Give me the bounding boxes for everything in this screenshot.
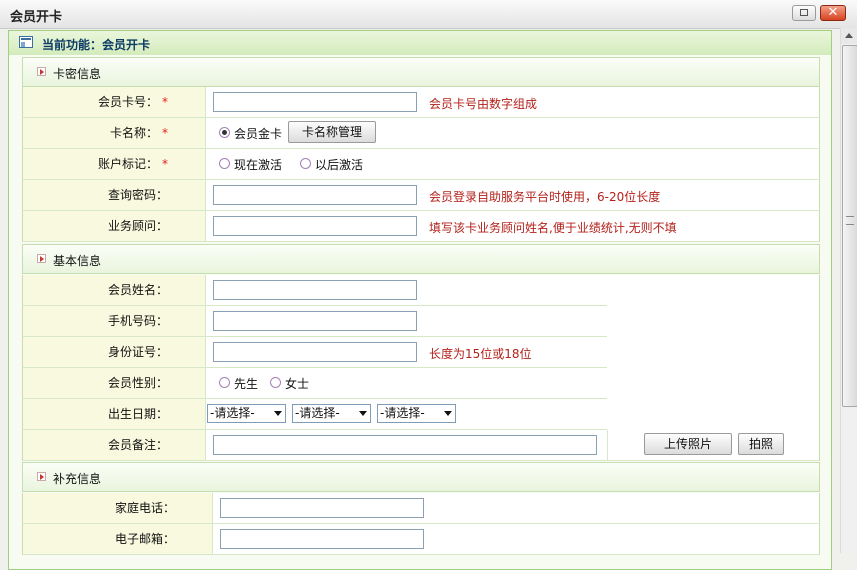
chevron-down-icon (359, 411, 367, 416)
row-birth: 出生日期： -请选择- -请选择- -请选择- (22, 399, 607, 430)
card-name-manage-button[interactable]: 卡名称管理 (288, 121, 376, 143)
card-no-input[interactable] (213, 92, 417, 112)
expand-arrow-icon (37, 67, 46, 76)
radio-label: 先生 (234, 377, 259, 391)
field-label: 出生日期： (23, 399, 206, 429)
radio-activate-later[interactable] (300, 158, 311, 169)
section-card-info[interactable]: 卡密信息 (22, 57, 820, 87)
row-home-phone: 家庭电话： (22, 493, 820, 524)
window-title: 会员开卡 (10, 10, 63, 25)
radio-male[interactable] (219, 377, 230, 388)
take-photo-button[interactable]: 拍照 (738, 433, 784, 455)
field-label: 会员性别： (23, 368, 206, 398)
panel-title: 当前功能：会员开卡 (42, 38, 151, 52)
field-label: 身份证号： (23, 337, 206, 367)
field-label: 会员卡号： * (23, 87, 206, 117)
section-label: 基本信息 (53, 254, 102, 268)
birth-month-select[interactable]: -请选择- (292, 404, 371, 423)
window-titlebar: 会员开卡 ✕ (0, 0, 857, 29)
id-number-hint: 长度为15位或18位 (429, 347, 532, 361)
mobile-input[interactable] (213, 311, 417, 331)
row-phone: 手机号码： (22, 306, 607, 337)
upload-photo-button[interactable]: 上传照片 (644, 433, 732, 455)
email-input[interactable] (220, 529, 424, 549)
divider (607, 430, 608, 460)
row-id-no: 身份证号： 长度为15位或18位 (22, 337, 607, 368)
radio-label: 现在激活 (234, 158, 283, 172)
radio-activate-now[interactable] (219, 158, 230, 169)
row-gender: 会员性别： 先生 女士 (22, 368, 607, 399)
section-basic-info[interactable]: 基本信息 (22, 244, 820, 274)
expand-arrow-icon (37, 472, 46, 481)
restore-button[interactable] (792, 5, 816, 21)
remark-input[interactable] (213, 435, 597, 455)
row-advisor: 业务顾问： 填写该卡业务顾问姓名,便于业绩统计,无则不填 (22, 211, 820, 242)
radio-label: 女士 (285, 377, 310, 391)
birth-day-select[interactable]: -请选择- (377, 404, 456, 423)
scroll-thumb[interactable] (842, 45, 857, 407)
row-query-pwd: 查询密码： 会员登录自助服务平台时使用，6-20位长度 (22, 180, 820, 211)
vertical-scrollbar[interactable] (840, 28, 857, 553)
home-phone-input[interactable] (220, 498, 424, 518)
field-label: 手机号码： (23, 306, 206, 336)
table-icon (19, 36, 33, 48)
restore-icon (800, 9, 808, 16)
required-mark: * (162, 157, 168, 171)
expand-arrow-icon (37, 254, 46, 263)
id-number-input[interactable] (213, 342, 417, 362)
query-password-input[interactable] (213, 185, 417, 205)
radio-label: 会员金卡 (234, 127, 283, 141)
required-mark: * (162, 95, 168, 109)
row-email: 电子邮箱： (22, 524, 820, 555)
advisor-hint: 填写该卡业务顾问姓名,便于业绩统计,无则不填 (429, 221, 677, 235)
birth-year-select[interactable]: -请选择- (207, 404, 286, 423)
section-extra-info[interactable]: 补充信息 (22, 462, 820, 492)
card-no-hint: 会员卡号由数字组成 (429, 97, 538, 111)
row-remark: 会员备注： 上传照片 拍照 (22, 430, 820, 461)
row-account: 账户标记： * 现在激活 以后激活 (22, 149, 820, 180)
chevron-down-icon (444, 411, 452, 416)
row-card-name: 卡名称： * 会员金卡 卡名称管理 (22, 118, 820, 149)
close-button[interactable]: ✕ (820, 5, 846, 21)
radio-gold-card[interactable] (219, 127, 230, 138)
row-name: 会员姓名： (22, 275, 607, 306)
field-label: 家庭电话： (23, 493, 213, 523)
section-label: 卡密信息 (53, 67, 102, 81)
radio-label: 以后激活 (315, 158, 364, 172)
chevron-down-icon (274, 411, 282, 416)
advisor-input[interactable] (213, 216, 417, 236)
member-name-input[interactable] (213, 280, 417, 300)
radio-female[interactable] (270, 377, 281, 388)
field-label: 业务顾问： (23, 211, 206, 241)
field-label: 会员姓名： (23, 275, 206, 305)
panel-header: 当前功能：会员开卡 (9, 31, 831, 55)
field-label: 会员备注： (23, 430, 206, 460)
field-label: 查询密码： (23, 180, 206, 210)
field-label: 卡名称： * (23, 118, 206, 148)
required-mark: * (162, 126, 168, 140)
photo-area (606, 275, 820, 430)
field-label: 账户标记： * (23, 149, 206, 179)
query-password-hint: 会员登录自助服务平台时使用，6-20位长度 (429, 190, 661, 204)
row-card-no: 会员卡号： * 会员卡号由数字组成 (22, 87, 820, 118)
scroll-up-arrow-icon[interactable] (841, 28, 857, 44)
section-label: 补充信息 (53, 472, 102, 486)
field-label: 电子邮箱： (23, 524, 213, 554)
